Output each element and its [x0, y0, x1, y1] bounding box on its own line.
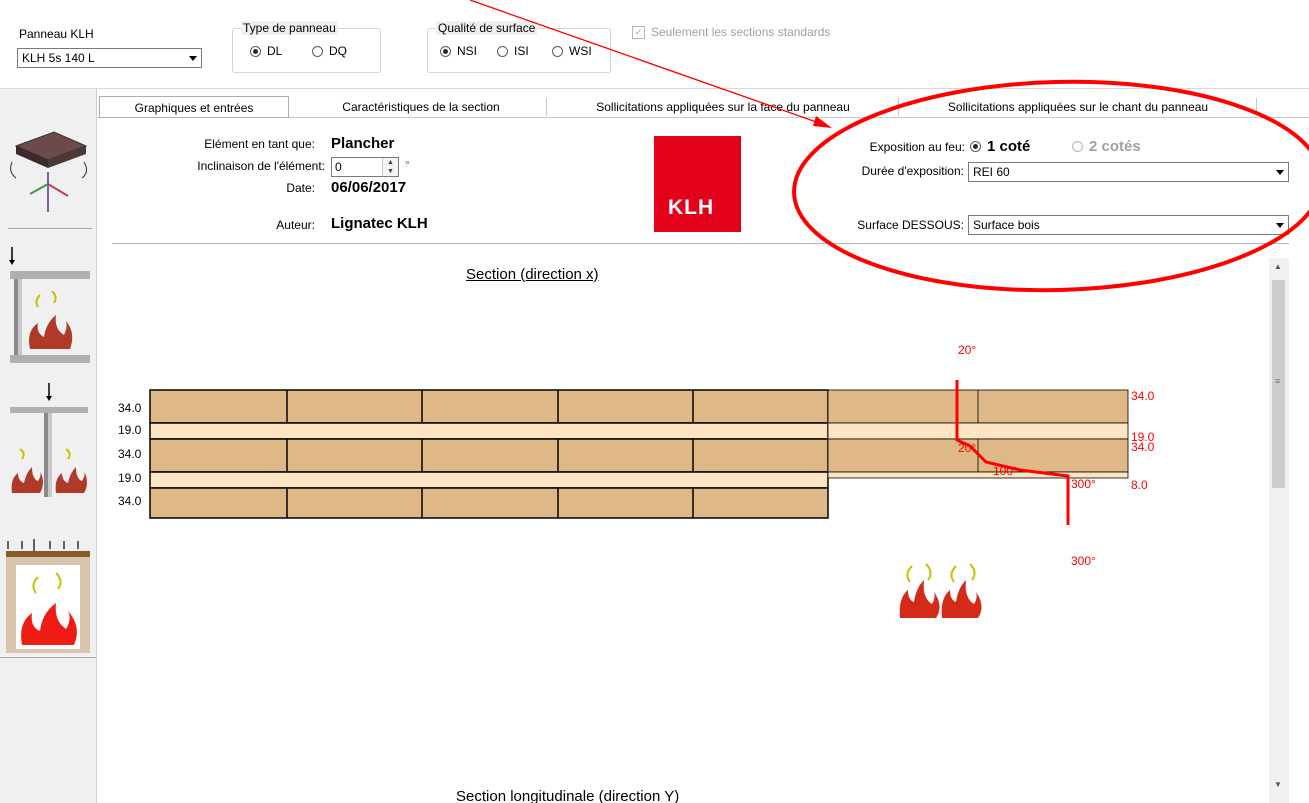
incline-value: 0: [335, 160, 342, 174]
duration-label: Durée d'exposition:: [861, 164, 964, 178]
author-value: Lignatec KLH: [331, 215, 428, 232]
bottom-title-clip: Section longitudinale (direction Y): [107, 782, 1269, 803]
tab-separator: [546, 98, 547, 116]
right-layer-label: 34.0: [1131, 440, 1155, 454]
panel-type-title: Type de panneau: [241, 21, 338, 35]
panel-3d-icon[interactable]: [6, 124, 92, 222]
radio-icon: [312, 45, 323, 57]
element-as-value: Plancher: [331, 135, 395, 152]
exposure-label: Exposition au feu:: [869, 140, 965, 154]
spinner-icon[interactable]: ▲ ▼: [382, 158, 398, 176]
incline-unit: °: [405, 158, 410, 172]
date-label: Date:: [286, 181, 315, 195]
surface-label: Surface DESSOUS:: [857, 218, 964, 232]
chevron-down-icon: [189, 56, 197, 61]
bottom-section-title: Section longitudinale (direction Y): [456, 788, 680, 803]
radio-dq[interactable]: DQ: [312, 44, 347, 58]
incline-input[interactable]: 0 ▲ ▼: [331, 157, 399, 177]
tab-separator: [1256, 98, 1257, 116]
sidebar-divider: [0, 657, 96, 658]
right-layer-label: 8.0: [1131, 478, 1148, 492]
sidebar-divider: [8, 228, 92, 229]
temperature-label: 300°: [1071, 554, 1096, 568]
duration-select[interactable]: REI 60: [968, 162, 1289, 182]
surface-quality-title: Qualité de surface: [436, 21, 538, 35]
radio-icon: [970, 141, 981, 152]
scroll-down-icon[interactable]: ▼: [1274, 780, 1282, 789]
column-fire-icon[interactable]: [6, 379, 92, 504]
panel-select[interactable]: KLH 5s 140 L: [17, 48, 202, 68]
radio-icon: [552, 45, 563, 57]
layer-label: 34.0: [118, 494, 142, 508]
panel-section-drawing: [149, 380, 1129, 525]
temperature-label: 100°: [993, 464, 1018, 478]
radio-wsi[interactable]: WSI: [552, 44, 592, 58]
temperature-label: 300°: [1071, 477, 1096, 491]
temperature-label: 20°: [958, 441, 977, 455]
chevron-down-icon: [1276, 223, 1284, 228]
element-as-label: Elément en tant que:: [204, 137, 315, 151]
section-title: Section (direction x): [466, 266, 599, 283]
panel-select-value: KLH 5s 140 L: [22, 51, 95, 65]
drawing-divider: [112, 243, 1289, 244]
radio-one-side[interactable]: 1 coté: [970, 138, 1030, 155]
standard-only-checkbox[interactable]: ✓ Seulement les sections standards: [632, 25, 830, 39]
layer-label: 19.0: [118, 423, 142, 437]
temperature-label: 20°: [958, 343, 977, 357]
scrollbar-thumb[interactable]: ≡: [1272, 280, 1285, 488]
radio-nsi[interactable]: NSI: [440, 44, 477, 58]
sidebar: [0, 89, 97, 803]
date-value: 06/06/2017: [331, 179, 407, 196]
vertical-scrollbar[interactable]: ▲ ≡ ▼: [1269, 258, 1289, 803]
tab-section-characteristics[interactable]: Caractéristiques de la section: [296, 96, 546, 118]
author-label: Auteur:: [276, 218, 315, 232]
checkbox-icon: ✓: [632, 25, 645, 39]
scroll-up-icon[interactable]: ▲: [1274, 262, 1282, 271]
toolbar-divider: [0, 88, 1309, 89]
incline-label: Inclinaison de l'élément:: [197, 159, 325, 173]
tab-face-loads[interactable]: Sollicitations appliquées sur la face du…: [548, 96, 898, 118]
radio-two-sides[interactable]: 2 cotés: [1072, 138, 1141, 155]
surface-select[interactable]: Surface bois: [968, 215, 1289, 235]
flame-icon: [899, 563, 982, 618]
wall-fire-icon[interactable]: [6, 241, 92, 366]
radio-icon: [440, 45, 451, 57]
tab-graphs[interactable]: Graphiques et entrées: [99, 96, 289, 118]
chevron-down-icon: [1276, 170, 1284, 175]
grip-icon: ≡: [1275, 376, 1281, 386]
layer-label: 34.0: [118, 447, 142, 461]
drawing-area: [107, 258, 1269, 803]
floor-fire-icon[interactable]: [4, 537, 92, 657]
tab-separator: [898, 98, 899, 116]
layer-label: 34.0: [118, 401, 142, 415]
radio-isi[interactable]: ISI: [497, 44, 529, 58]
right-layer-label: 34.0: [1131, 389, 1155, 403]
radio-icon: [1072, 141, 1083, 152]
layer-label: 19.0: [118, 471, 142, 485]
panel-label: Panneau KLH: [19, 27, 94, 41]
klh-logo: KLH: [654, 136, 741, 232]
radio-icon: [497, 45, 508, 57]
radio-dl[interactable]: DL: [250, 44, 282, 58]
tab-edge-loads[interactable]: Sollicitations appliquées sur le chant d…: [900, 96, 1256, 118]
radio-icon: [250, 45, 261, 57]
